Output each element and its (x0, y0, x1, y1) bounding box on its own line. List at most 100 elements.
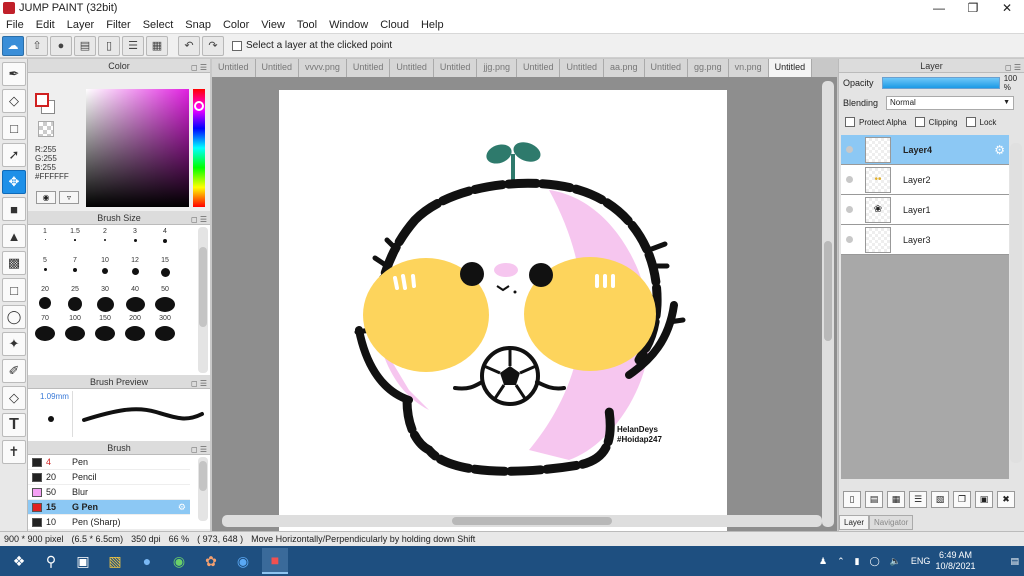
menu-tool[interactable]: Tool (291, 16, 323, 34)
close-icon[interactable]: ✕ (990, 0, 1024, 16)
select-layer-option[interactable]: Select a layer at the clicked point (232, 40, 392, 51)
brush-size-option[interactable]: 300 (150, 312, 180, 341)
layer-row[interactable]: Layer3 (841, 225, 1009, 255)
brush-size-option[interactable]: 5 (30, 254, 60, 283)
export-icon[interactable]: ⇧ (26, 35, 48, 56)
new-layer-8bit-icon[interactable]: ▤ (865, 491, 883, 508)
windows-start-icon[interactable]: ❖ (6, 548, 32, 574)
minimize-icon[interactable]: — (922, 0, 956, 16)
brush-size-option[interactable]: 1.5 (60, 225, 90, 254)
clipping-checkbox[interactable] (914, 117, 925, 127)
message-icon[interactable]: ▤ (74, 35, 96, 56)
magic-wand-tool-icon[interactable]: ✦ (2, 332, 26, 356)
panel-float-icon[interactable]: ◻ ☰ (1005, 61, 1021, 75)
brush-size-option[interactable]: 30 (90, 283, 120, 312)
brush-item[interactable]: 15 G Pen ⚙ (28, 500, 190, 515)
brush-size-option[interactable]: 7 (60, 254, 90, 283)
text-tool-icon[interactable]: T (2, 413, 26, 437)
brush-tool-icon[interactable]: ✒ (2, 62, 26, 86)
brush-size-option[interactable]: 50 (150, 283, 180, 312)
tab-document[interactable]: vn.png (728, 59, 769, 77)
brush-size-scrollbar[interactable] (198, 227, 208, 373)
brush-item[interactable]: 20 Pencil (28, 470, 190, 485)
brush-size-option[interactable]: 3 (120, 225, 150, 254)
tray-chevron-up-icon[interactable]: ⌃ (837, 556, 845, 567)
search-icon[interactable]: ⚲ (38, 548, 64, 574)
tab-layer[interactable]: Layer (839, 515, 870, 530)
undo-icon[interactable]: ↶ (178, 35, 200, 56)
brush-size-option[interactable]: 70 (30, 312, 60, 341)
tab-document[interactable]: Untitled (346, 59, 391, 77)
grid-icon[interactable]: ▦ (146, 35, 168, 56)
chrome-icon[interactable]: ◉ (166, 548, 192, 574)
lock-checkbox[interactable] (965, 117, 976, 127)
brush-size-option[interactable]: 1 (30, 225, 60, 254)
tab-document[interactable]: vvvv.png (299, 59, 347, 77)
list-icon[interactable]: ☰ (122, 35, 144, 56)
canvas-drawing[interactable]: HelanDeys #Hoidap247 (279, 90, 727, 538)
cloud-icon[interactable]: ☁ (2, 35, 24, 56)
gear-icon[interactable]: ⚙ (994, 143, 1005, 157)
menu-file[interactable]: File (0, 16, 30, 34)
menu-color[interactable]: Color (217, 16, 255, 34)
delete-layer-icon[interactable]: ✖ (997, 491, 1015, 508)
brush-size-option[interactable]: 150 (90, 312, 120, 341)
brush-item[interactable]: 4 Pen (28, 455, 190, 470)
rectangle-tool-icon[interactable]: □ (2, 116, 26, 140)
brush-size-option[interactable]: 20 (30, 283, 60, 312)
protect-alpha-option[interactable]: Protect Alpha (845, 117, 907, 127)
move-tool-icon[interactable]: ✥ (2, 170, 26, 194)
line-tool-icon[interactable]: ➚ (2, 143, 26, 167)
gear-icon[interactable]: ⚙ (178, 502, 186, 513)
new-layer-1bit-icon[interactable]: ▦ (887, 491, 905, 508)
maximize-icon[interactable]: ❐ (956, 0, 990, 16)
eyedropper-tool-icon[interactable]: ✝ (2, 440, 26, 464)
task-view-icon[interactable]: ▣ (70, 548, 96, 574)
layer-visibility-icon[interactable] (841, 206, 857, 213)
merge-layer-icon[interactable]: ▣ (975, 491, 993, 508)
layer-row[interactable]: ❀ Layer1 (841, 195, 1009, 225)
lasso-tool-icon[interactable]: ◯ (2, 305, 26, 329)
battery-icon[interactable]: ▮ (855, 556, 860, 567)
menu-edit[interactable]: Edit (30, 16, 61, 34)
jump-paint-taskbar-icon[interactable]: ■ (262, 548, 288, 574)
zoom-icon[interactable]: ◉ (230, 548, 256, 574)
tab-document[interactable]: Untitled (212, 59, 256, 77)
menu-cloud[interactable]: Cloud (374, 16, 415, 34)
menu-layer[interactable]: Layer (61, 16, 101, 34)
redo-icon[interactable]: ↷ (202, 35, 224, 56)
layer-menu-icon[interactable]: ☰ (909, 491, 927, 508)
canvas-vertical-scrollbar[interactable] (822, 81, 834, 527)
transparent-swatch[interactable] (38, 121, 54, 137)
layer-row[interactable]: •• Layer2 (841, 165, 1009, 195)
clipping-option[interactable]: Clipping (914, 117, 958, 127)
eyedropper-icon[interactable]: ▿ (59, 191, 79, 204)
select-eraser-tool-icon[interactable]: ◇ (2, 386, 26, 410)
saturation-value-picker[interactable] (86, 89, 189, 207)
protect-alpha-checkbox[interactable] (845, 117, 855, 127)
foreground-color-swatch[interactable] (35, 93, 49, 107)
bucket-tool-icon[interactable]: ▲ (2, 224, 26, 248)
canvas-document[interactable]: HelanDeys #Hoidap247 (279, 90, 727, 538)
file-explorer-icon[interactable]: ▧ (102, 548, 128, 574)
brush-size-option[interactable]: 2 (90, 225, 120, 254)
layer-row[interactable]: Layer4 ⚙ (841, 135, 1009, 165)
brush-size-option[interactable]: 15 (150, 254, 180, 283)
tab-document[interactable]: aa.png (604, 59, 645, 77)
notification-icon[interactable]: ▤ (1010, 556, 1019, 567)
lock-option[interactable]: Lock (965, 117, 996, 127)
menu-filter[interactable]: Filter (100, 16, 136, 34)
tab-document[interactable]: jjg.png (477, 59, 517, 77)
tab-document[interactable]: Untitled (644, 59, 689, 77)
brush-size-option[interactable]: 100 (60, 312, 90, 341)
layer-list-scrollbar[interactable] (1010, 143, 1022, 463)
tab-navigator[interactable]: Navigator (869, 515, 914, 530)
layer-visibility-icon[interactable] (841, 146, 857, 153)
menu-help[interactable]: Help (415, 16, 450, 34)
tab-document[interactable]: Untitled (390, 59, 434, 77)
brush-item[interactable]: 10 Pen (Sharp) (28, 515, 190, 530)
brush-size-option[interactable]: 25 (60, 283, 90, 312)
brush-item[interactable]: 50 Blur (28, 485, 190, 500)
fill-rect-tool-icon[interactable]: ■ (2, 197, 26, 221)
tab-document[interactable]: Untitled (433, 59, 478, 77)
